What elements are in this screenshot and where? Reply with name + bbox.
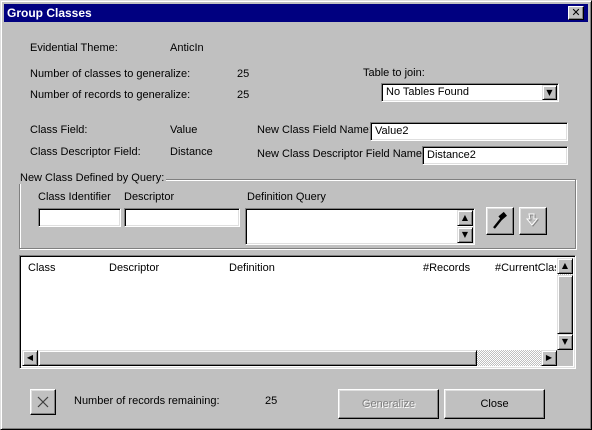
new-desc-field-name-label: New Class Descriptor Field Name: (257, 148, 426, 160)
table-join-selected: No Tables Found (386, 86, 469, 98)
num-records-label: Number of records to generalize: (30, 89, 191, 101)
scroll-down-icon[interactable]: ▼ (457, 227, 473, 243)
col-header-current-class: #CurrentClass (495, 262, 556, 274)
scroll-up-icon[interactable]: ▲ (557, 258, 573, 274)
apply-query-button[interactable] (519, 207, 547, 235)
scroll-right-icon[interactable]: ▶ (541, 350, 557, 366)
class-field-label: Class Field: (30, 124, 88, 136)
close-button-label: Close (480, 398, 509, 410)
window-title: Group Classes (7, 6, 92, 20)
query-group-title: New Class Defined by Query: (18, 172, 167, 184)
table-join-select[interactable]: No Tables Found ▼ (381, 83, 559, 102)
new-class-field-name-label: New Class Field Name: (257, 124, 372, 136)
scroll-corner (557, 350, 573, 366)
new-class-field-name-input[interactable]: Value2 (370, 122, 568, 141)
delete-button[interactable] (30, 389, 56, 415)
class-identifier-input[interactable] (38, 208, 121, 227)
col-header-class: Class (28, 262, 56, 274)
scroll-down-icon[interactable]: ▼ (557, 334, 573, 350)
add-query-button[interactable] (486, 207, 514, 235)
descriptor-label: Descriptor (124, 191, 175, 203)
close-icon: ✕ (571, 6, 581, 19)
class-identifier-label: Class Identifier (38, 191, 111, 203)
definition-query-input[interactable]: ▲ ▼ (245, 208, 475, 245)
group-classes-dialog: Group Classes ✕ Evidential Theme: AnticI… (0, 0, 592, 430)
title-bar: Group Classes ✕ (4, 4, 588, 22)
col-header-records: #Records (423, 262, 471, 274)
class-desc-field-value: Distance (170, 146, 213, 158)
scroll-up-icon[interactable]: ▲ (457, 210, 473, 226)
num-classes-value: 25 (237, 68, 250, 80)
generalize-button[interactable]: Generalize (338, 389, 439, 419)
generalize-button-label: Generalize (361, 398, 416, 410)
chevron-down-icon[interactable]: ▼ (542, 85, 557, 100)
evidential-theme-label: Evidential Theme: (30, 42, 118, 54)
scroll-left-icon[interactable]: ◀ (22, 350, 38, 366)
col-header-descriptor: Descriptor (109, 262, 160, 274)
vertical-scroll-thumb[interactable] (557, 275, 573, 334)
delete-x-icon (37, 396, 49, 408)
hammer-icon (493, 211, 507, 229)
horizontal-scroll-thumb[interactable] (38, 350, 477, 366)
num-classes-label: Number of classes to generalize: (30, 68, 191, 80)
definition-query-label: Definition Query (247, 191, 326, 203)
class-list-table[interactable]: Class Descriptor Definition #Records #Cu… (19, 255, 576, 369)
close-window-button[interactable]: ✕ (568, 6, 584, 20)
col-header-definition: Definition (229, 262, 275, 274)
evidential-theme-value: AnticIn (170, 42, 204, 54)
new-desc-field-name-input[interactable]: Distance2 (422, 146, 568, 165)
close-button[interactable]: Close (444, 389, 545, 419)
records-remaining-label: Number of records remaining: (74, 395, 220, 407)
descriptor-input[interactable] (124, 208, 240, 227)
records-remaining-value: 25 (265, 395, 278, 407)
query-arrow-icon (525, 213, 540, 227)
num-records-value: 25 (237, 89, 250, 101)
class-desc-field-label: Class Descriptor Field: (30, 146, 141, 158)
class-field-value: Value (170, 124, 198, 136)
table-join-label: Table to join: (363, 67, 425, 79)
